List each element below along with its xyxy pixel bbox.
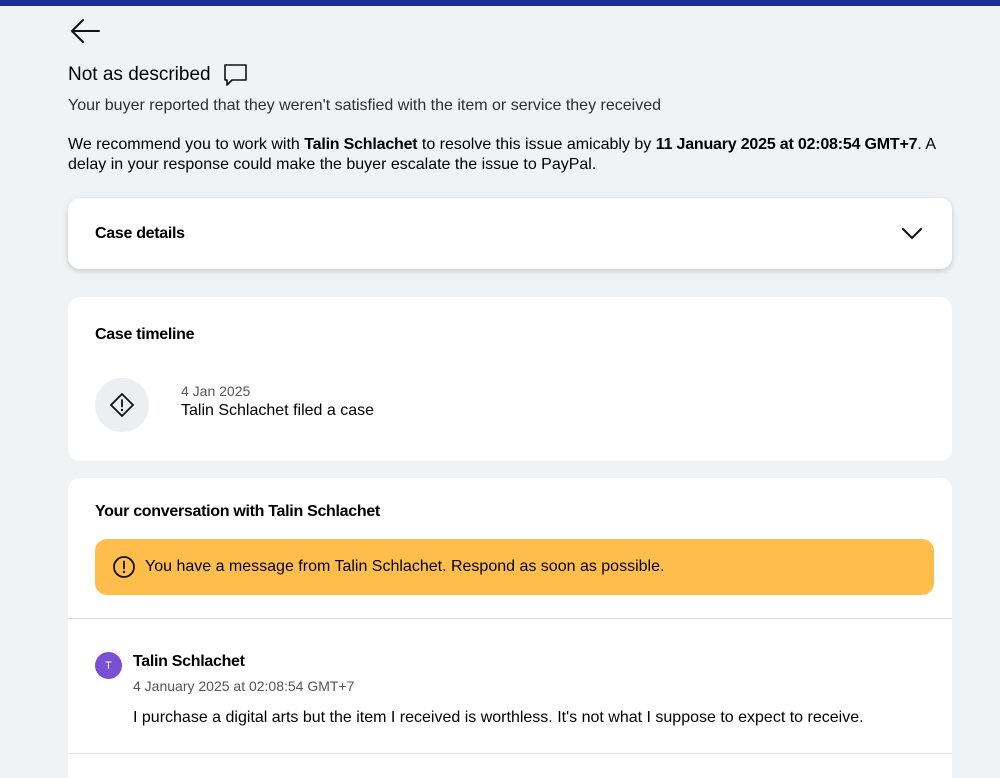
recommendation-part-1: We recommend you to work with	[68, 136, 305, 153]
warning-diamond-icon	[110, 393, 134, 417]
response-deadline: 11 January 2025 at 02:08:54 GMT+7	[655, 136, 918, 153]
page-subtitle: Your buyer reported that they weren't sa…	[68, 97, 661, 114]
case-timeline-card: Case timeline 4 Jan 2025 Talin Schlachet…	[68, 297, 952, 461]
divider	[68, 753, 952, 754]
timeline-event-text: Talin Schlachet filed a case	[181, 402, 374, 419]
info-circle-icon	[113, 556, 135, 578]
case-details-title: Case details	[95, 224, 185, 242]
timeline-event-icon-wrapper	[95, 378, 149, 432]
recommendation-text: We recommend you to work with Talin Schl…	[68, 135, 958, 175]
divider	[68, 618, 952, 619]
buyer-name: Talin Schlachet	[304, 136, 418, 153]
back-button[interactable]	[66, 14, 104, 48]
chat-bubble-icon[interactable]	[223, 62, 249, 88]
recommendation-part-2: to resolve this issue amicably by	[417, 136, 656, 153]
case-timeline-title: Case timeline	[95, 326, 195, 343]
page-title: Not as described	[68, 64, 211, 85]
timeline-event-date: 4 Jan 2025	[181, 383, 251, 399]
message-alert-banner: You have a message from Talin Schlachet.…	[95, 539, 934, 595]
alert-text: You have a message from Talin Schlachet.…	[145, 558, 665, 575]
message-author: Talin Schlachet	[133, 653, 245, 670]
top-accent-bar	[0, 0, 1000, 6]
conversation-title: Your conversation with Talin Schlachet	[95, 503, 380, 520]
conversation-card: Your conversation with Talin Schlachet Y…	[68, 478, 952, 778]
arrow-left-icon	[71, 19, 100, 43]
page-heading: Not as described	[68, 62, 249, 88]
message-body: I purchase a digital arts but the item I…	[133, 709, 864, 726]
case-details-accordion[interactable]: Case details	[68, 198, 952, 269]
avatar: T	[95, 652, 122, 679]
chevron-down-icon[interactable]	[900, 222, 924, 246]
message-timestamp: 4 January 2025 at 02:08:54 GMT+7	[133, 678, 355, 694]
